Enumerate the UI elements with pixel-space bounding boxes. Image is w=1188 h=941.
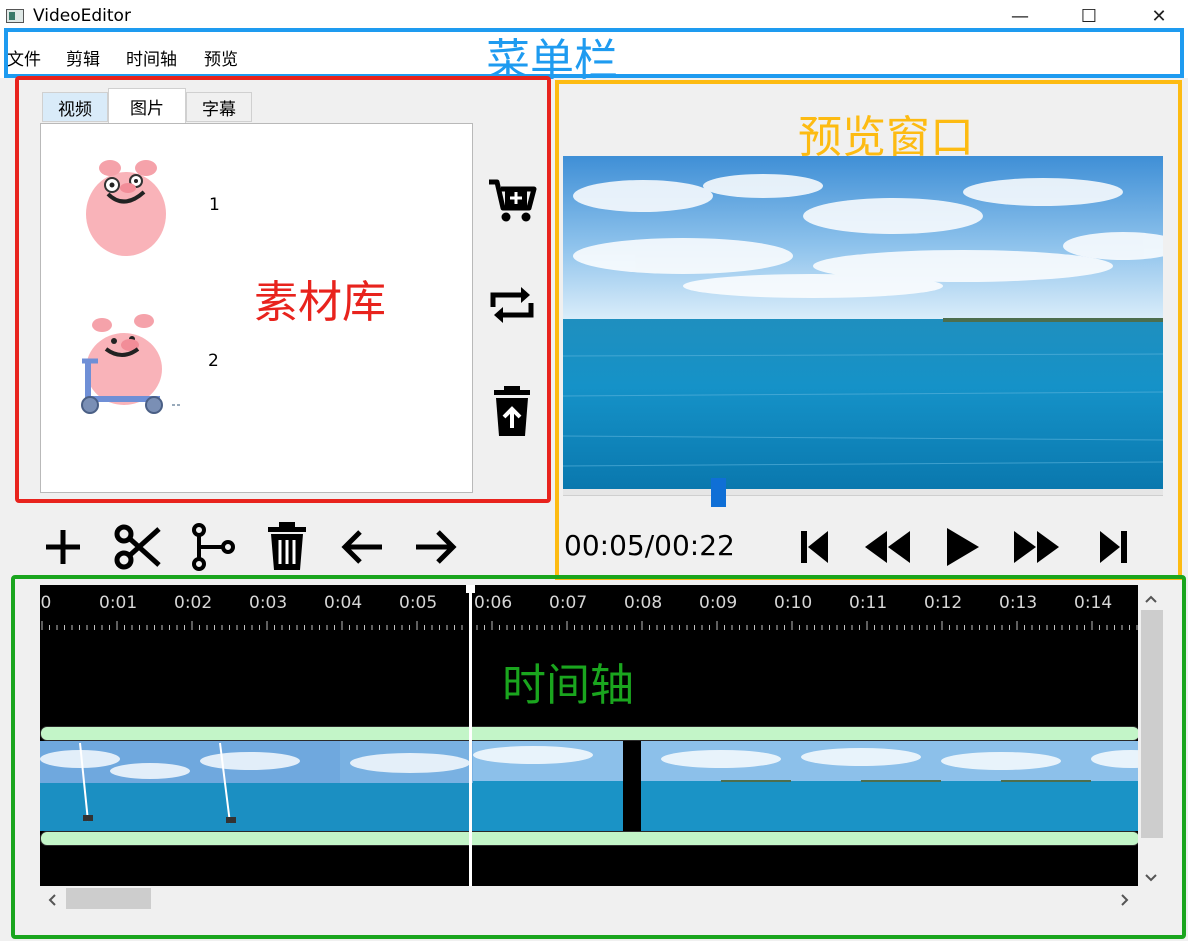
clip-thumbnail [190,741,340,831]
clip-thumbnail [1091,741,1138,831]
tick-label: 0:14 [1074,593,1113,613]
tick-label: 0:01 [99,593,138,613]
video-clip[interactable] [40,741,1138,831]
clip-track-top[interactable] [40,726,1138,741]
playhead[interactable] [469,585,472,886]
split-icon[interactable] [188,522,238,572]
pig-scooter-sticker-icon[interactable] [74,311,186,421]
annotation-timeline-label: 时间轴 [502,660,634,711]
play-icon[interactable] [940,524,984,570]
skip-start-icon[interactable] [794,527,834,567]
progress-handle[interactable] [711,478,726,507]
menu-preview[interactable]: 预览 [204,45,238,70]
skip-end-icon[interactable] [1094,527,1134,567]
tick-label: 0:12 [924,593,963,613]
app-icon [6,9,24,23]
window-title: VideoEditor [33,6,131,26]
scissors-icon[interactable] [112,522,162,572]
progress-track[interactable] [563,489,1163,496]
pig-sticker-icon[interactable] [74,156,178,260]
asset-label-2: 2 [208,351,219,371]
playhead-handle[interactable] [466,585,475,593]
vertical-scroll-thumb[interactable] [1141,610,1163,838]
close-button[interactable]: ✕ [1136,0,1182,32]
delete-icon[interactable] [264,520,310,572]
tick-label: :00 [40,593,52,613]
tick-label: 0:11 [849,593,888,613]
tab-subtitles[interactable]: 字幕 [186,92,252,122]
arrow-right-icon[interactable] [412,524,460,570]
video-preview[interactable] [563,156,1163,489]
minimize-button[interactable]: — [997,0,1043,32]
annotation-preview-label: 预览窗口 [798,112,974,163]
menu-timeline[interactable]: 时间轴 [126,45,177,70]
tick-label: 0:04 [324,593,363,613]
horizontal-scroll-thumb[interactable] [66,888,151,909]
tab-video[interactable]: 视频 [42,92,108,122]
scroll-up-icon[interactable] [1144,589,1158,608]
add-to-cart-icon[interactable] [485,174,539,228]
tick-label: 0:07 [549,593,588,613]
asset-label-1: 1 [209,195,220,215]
horizontal-scrollbar[interactable] [40,886,1139,911]
maximize-button[interactable]: ☐ [1066,0,1112,32]
menu-edit[interactable]: 剪辑 [66,45,100,70]
annotation-menubar-label: 菜单栏 [486,35,618,86]
clip-thumbnail [641,741,791,831]
menu-file[interactable]: 文件 [7,45,41,70]
scroll-down-icon[interactable] [1144,868,1158,887]
clip-track-bottom[interactable] [40,831,1138,846]
clip-thumbnail [473,741,623,831]
tick-label: 0:05 [399,593,438,613]
time-display: 00:05/00:22 [564,529,735,562]
clip-thumbnail [40,741,190,831]
tick-label: 0:03 [249,593,288,613]
tick-label: 0:06 [474,593,513,613]
tick-label: 0:08 [624,593,663,613]
tab-images[interactable]: 图片 [108,88,186,123]
upload-trash-icon[interactable] [485,384,539,438]
arrow-left-icon[interactable] [338,524,386,570]
clip-thumbnail [941,741,1091,831]
tick-label: 0:02 [174,593,213,613]
rewind-icon[interactable] [860,527,914,567]
timeline-panel[interactable]: :00 0:01 0:02 0:03 0:04 0:05 0:06 0:07 0:08 0:09 0… [40,585,1138,886]
fast-forward-icon[interactable] [1010,527,1064,567]
scroll-left-icon[interactable] [47,892,57,911]
add-icon[interactable] [40,524,86,570]
tick-label: 0:13 [999,593,1038,613]
scroll-right-icon[interactable] [1120,892,1130,911]
clip-thumbnail [791,741,941,831]
tick-label: 0:10 [774,593,813,613]
annotation-library-label: 素材库 [254,277,386,328]
clip-thumbnail [340,741,490,831]
tick-label: 0:09 [699,593,738,613]
swap-icon[interactable] [485,278,539,332]
